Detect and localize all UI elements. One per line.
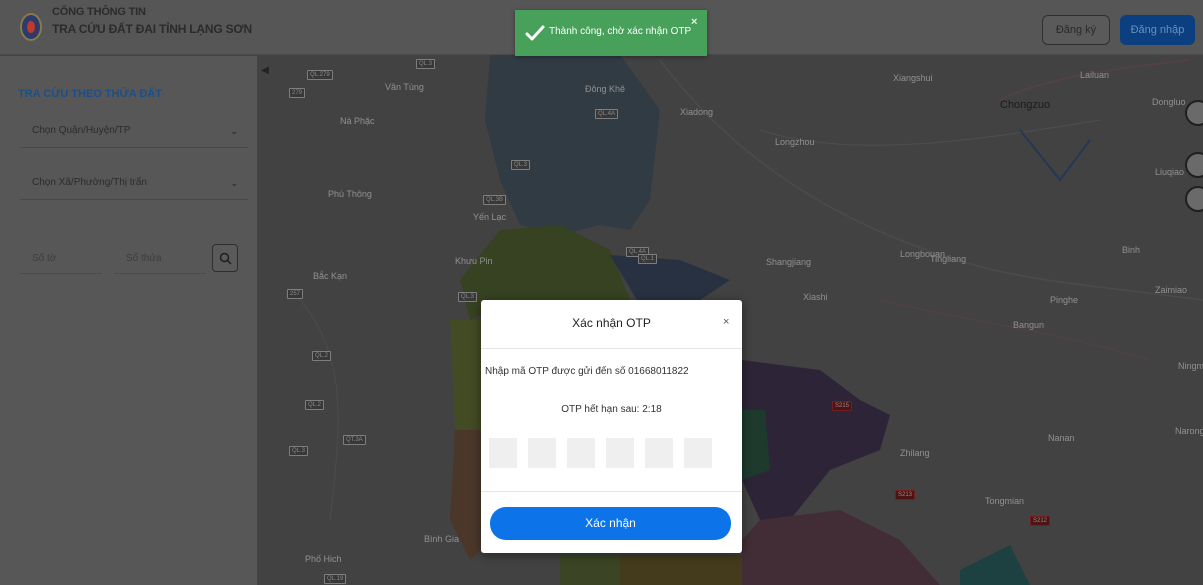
chevron-down-icon: ⌄ <box>230 178 238 188</box>
commune-select[interactable]: Chọn Xã/Phường/Thị trấn ⌄ <box>20 166 248 200</box>
modal-title: Xác nhận OTP <box>572 316 651 330</box>
otp-modal: Xác nhận OTP × Nhập mã OTP được gửi đến … <box>481 300 742 553</box>
check-icon <box>525 25 545 41</box>
commune-select-value: Chọn Xã/Phường/Thị trấn <box>32 177 147 188</box>
brand-title: CỔNG THÔNG TIN <box>52 6 146 18</box>
otp-digit-input[interactable] <box>489 438 517 468</box>
success-toast: Thành công, chờ xác nhận OTP × <box>515 10 707 56</box>
otp-digit-input[interactable] <box>567 438 595 468</box>
confirm-otp-button[interactable]: Xác nhận <box>490 507 731 540</box>
sheet-number-input[interactable]: Số tờ <box>20 244 102 274</box>
district-select[interactable]: Chọn Quận/Huyện/TP ⌄ <box>20 114 248 148</box>
otp-digit-input[interactable] <box>528 438 556 468</box>
register-button[interactable]: Đăng ký <box>1042 15 1110 45</box>
search-sidebar: TRA CỨU THEO THỬA ĐẤT Chọn Quận/Huyện/TP… <box>0 56 258 585</box>
otp-countdown: OTP hết hạn sau: 2:18 <box>561 404 662 415</box>
parcel-number-input[interactable]: Số thửa <box>114 244 206 274</box>
otp-digit-input[interactable] <box>684 438 712 468</box>
toast-message: Thành công, chờ xác nhận OTP <box>549 26 692 37</box>
close-icon[interactable]: × <box>723 316 729 328</box>
search-button[interactable] <box>212 244 238 272</box>
otp-instruction: Nhập mã OTP được gửi đến số 01668011822 <box>485 366 689 377</box>
chevron-down-icon: ⌄ <box>230 126 238 136</box>
search-icon <box>219 252 232 265</box>
divider <box>481 491 742 492</box>
logo-icon <box>20 13 42 41</box>
sidebar-title: TRA CỨU THEO THỬA ĐẤT <box>18 88 162 100</box>
brand-subtitle: TRA CỨU ĐẤT ĐAI TỈNH LẠNG SƠN <box>52 22 252 36</box>
collapse-sidebar-button[interactable]: ◀ <box>258 56 272 86</box>
otp-digit-input[interactable] <box>606 438 634 468</box>
divider <box>481 348 742 349</box>
login-button[interactable]: Đăng nhập <box>1120 15 1195 45</box>
district-select-value: Chọn Quận/Huyện/TP <box>32 125 131 136</box>
close-icon[interactable]: × <box>691 16 697 28</box>
otp-digit-input[interactable] <box>645 438 673 468</box>
